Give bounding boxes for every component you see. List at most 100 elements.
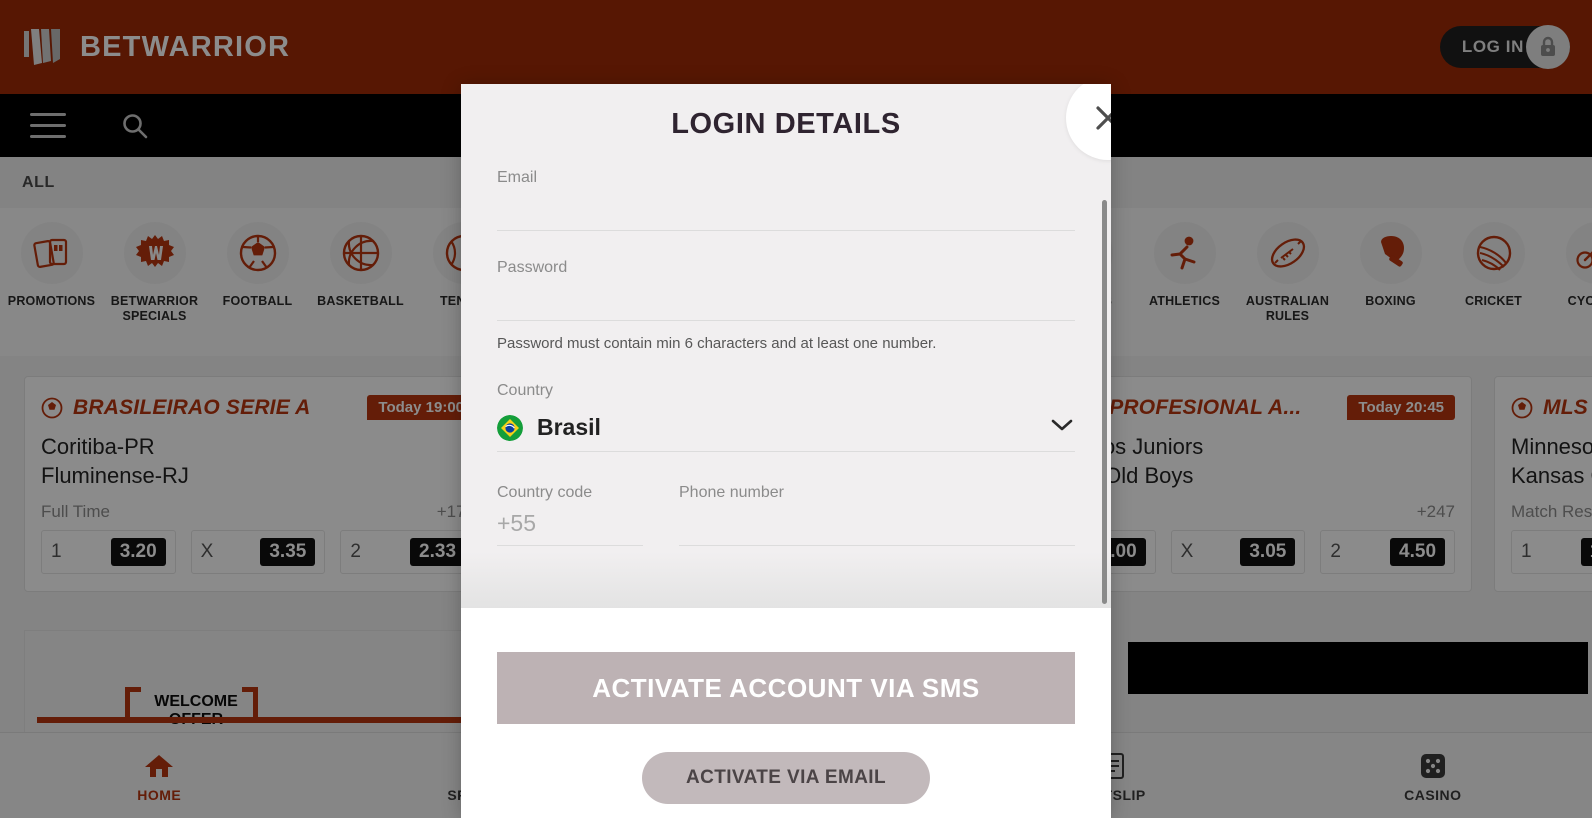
modal-actions: ACTIVATE ACCOUNT VIA SMS ACTIVATE VIA EM… [461,608,1111,818]
odd-button[interactable]: 1 3.20 [41,530,176,575]
odd-value: 2.33 [410,538,466,567]
sport-item-betwarrior-specials[interactable]: BETWARRIOR SPECIALS [103,222,206,324]
sport-item-promotions[interactable]: PROMOTIONS [0,222,103,309]
odd-value: 3.05 [1240,538,1296,567]
brand-name: BETWARRIOR [80,30,291,63]
odd-key: 2 [1330,541,1341,563]
match-card[interactable]: BRASILEIRAO SERIE A Today 19:00 Coritiba… [24,376,492,592]
betwarrior-logo-icon [24,29,60,65]
teams: Coritiba-PR Fluminense-RJ [41,432,475,490]
sport-label: FOOTBALL [222,294,293,308]
sport-item-boxing[interactable]: BOXING [1339,222,1442,309]
brand-header: BETWARRIOR LOG IN [0,0,1592,94]
close-button[interactable] [1066,84,1111,160]
bottom-nav-label: HOME [137,786,182,803]
tab-all[interactable]: ALL [22,174,55,192]
country-label: Country [497,382,554,399]
country-code-input[interactable] [497,502,643,546]
bottom-nav-item-casino[interactable]: CASINO [1274,749,1592,803]
more-markets-count[interactable]: +247 [1417,502,1455,522]
country-field-group: Country Brasil [497,382,1075,452]
scroll-fade-decoration [461,552,1111,608]
team-away: Kansas City [1511,463,1592,489]
league-name: BRASILEIRAO SERIE A [73,395,311,419]
activate-via-email-button[interactable]: ACTIVATE VIA EMAIL [641,752,930,804]
brand-logo[interactable]: BETWARRIOR [22,27,290,67]
odd-key: 1 [51,541,62,563]
modal-title: LOGIN DETAILS [671,108,901,140]
odd-key: 1 [1521,541,1532,563]
activate-account-via-sms-button[interactable]: ACTIVATE ACCOUNT VIA SMS [497,652,1075,724]
hamburger-menu-icon[interactable] [30,113,66,138]
country-code-label: Country code [497,484,593,501]
team-away: Fluminense-RJ [41,463,189,489]
app-root: BETWARRIOR LOG IN ALL PROMOTIONS BETWARR… [0,0,1592,818]
match-time-badge: Today 19:00 [367,395,475,420]
card-header: MLS Today 23:00 [1511,395,1592,420]
basketball-icon [329,222,392,284]
sport-item-athletics[interactable]: ATHLETICS [1133,222,1236,309]
search-icon[interactable] [120,111,150,141]
sport-label: PROMOTIONS [7,294,96,308]
odd-button[interactable]: 1 1.95 [1511,530,1592,575]
cards-icon [20,222,83,284]
odd-value: 1.95 [1580,538,1592,567]
country-select[interactable]: Brasil [497,404,1075,452]
sport-item-cycling[interactable]: CYCLING [1545,222,1592,309]
league-name: MLS [1543,395,1588,419]
password-input[interactable] [497,277,1075,321]
dice-icon [1274,749,1592,783]
modal-scrollbar-thumb[interactable] [1102,200,1107,604]
sport-item-basketball[interactable]: BASKETBALL [309,222,412,309]
starburst-w-icon [123,222,186,284]
australian-rules-icon [1256,222,1319,284]
match-card[interactable]: MLS Today 23:00 Minnesota United Kansas … [1494,376,1592,592]
login-details-modal: LOGIN DETAILS Email Password Password mu… [461,84,1111,818]
odd-value: 3.35 [260,538,316,567]
sport-item-football[interactable]: FOOTBALL [206,222,309,309]
teams: Minnesota United Kansas City [1511,432,1592,490]
sport-label: BASKETBALL [317,294,404,308]
welcome-offer-text: WELCOME OFFER [143,693,249,729]
modal-scrollbar-track[interactable] [1102,200,1107,604]
soccer-ball-icon [1511,397,1533,418]
team-home: Coritiba-PR [41,434,155,459]
email-input[interactable] [497,187,1075,231]
login-button[interactable]: LOG IN [1439,25,1570,69]
sport-label: CYCLING [1567,294,1592,308]
odd-button[interactable]: X 3.35 [190,530,326,575]
promo-strip [1128,642,1588,694]
boxing-glove-icon [1359,222,1422,284]
soccer-ball-icon [41,397,63,418]
lock-icon [1526,25,1570,69]
odd-button[interactable]: 2 4.50 [1320,530,1456,575]
odd-button[interactable]: 2 2.33 [340,530,476,575]
odd-button[interactable]: X 3.05 [1170,530,1306,575]
secondary-action-wrap: ACTIVATE VIA EMAIL [497,752,1075,804]
market-name: Full Time [41,502,110,522]
market-row: Match Result +190 [1511,502,1592,522]
home-icon [0,749,318,783]
sport-item-cricket[interactable]: CRICKET [1442,222,1545,309]
login-button-label: LOG IN [1461,37,1524,56]
phone-number-label: Phone number [679,484,784,501]
country-code-group: Country code [497,484,643,546]
bottom-nav-label: CASINO [1404,786,1462,803]
phone-row: Country code Phone number [497,484,1075,546]
odd-value: 3.20 [110,538,166,567]
chevron-down-icon [1049,417,1075,438]
password-field-group: Password Password must contain min 6 cha… [497,259,1075,352]
athletics-icon [1153,222,1216,284]
market-row: Full Time +172 [41,502,475,522]
password-helper-text: Password must contain min 6 characters a… [497,335,937,352]
close-icon [1096,106,1111,130]
cycling-icon [1565,222,1592,284]
card-header: BRASILEIRAO SERIE A Today 19:00 [41,395,475,420]
phone-number-input[interactable] [679,502,1075,546]
modal-scroll-area[interactable]: LOGIN DETAILS Email Password Password mu… [461,84,1111,608]
email-field-group: Email [497,169,1075,231]
bottom-nav-item-home[interactable]: HOME [0,749,318,803]
phone-number-group: Phone number [679,484,1075,546]
market-name: Match Result [1511,502,1592,522]
sport-item-australian-rules[interactable]: AUSTRALIAN RULES [1236,222,1339,324]
